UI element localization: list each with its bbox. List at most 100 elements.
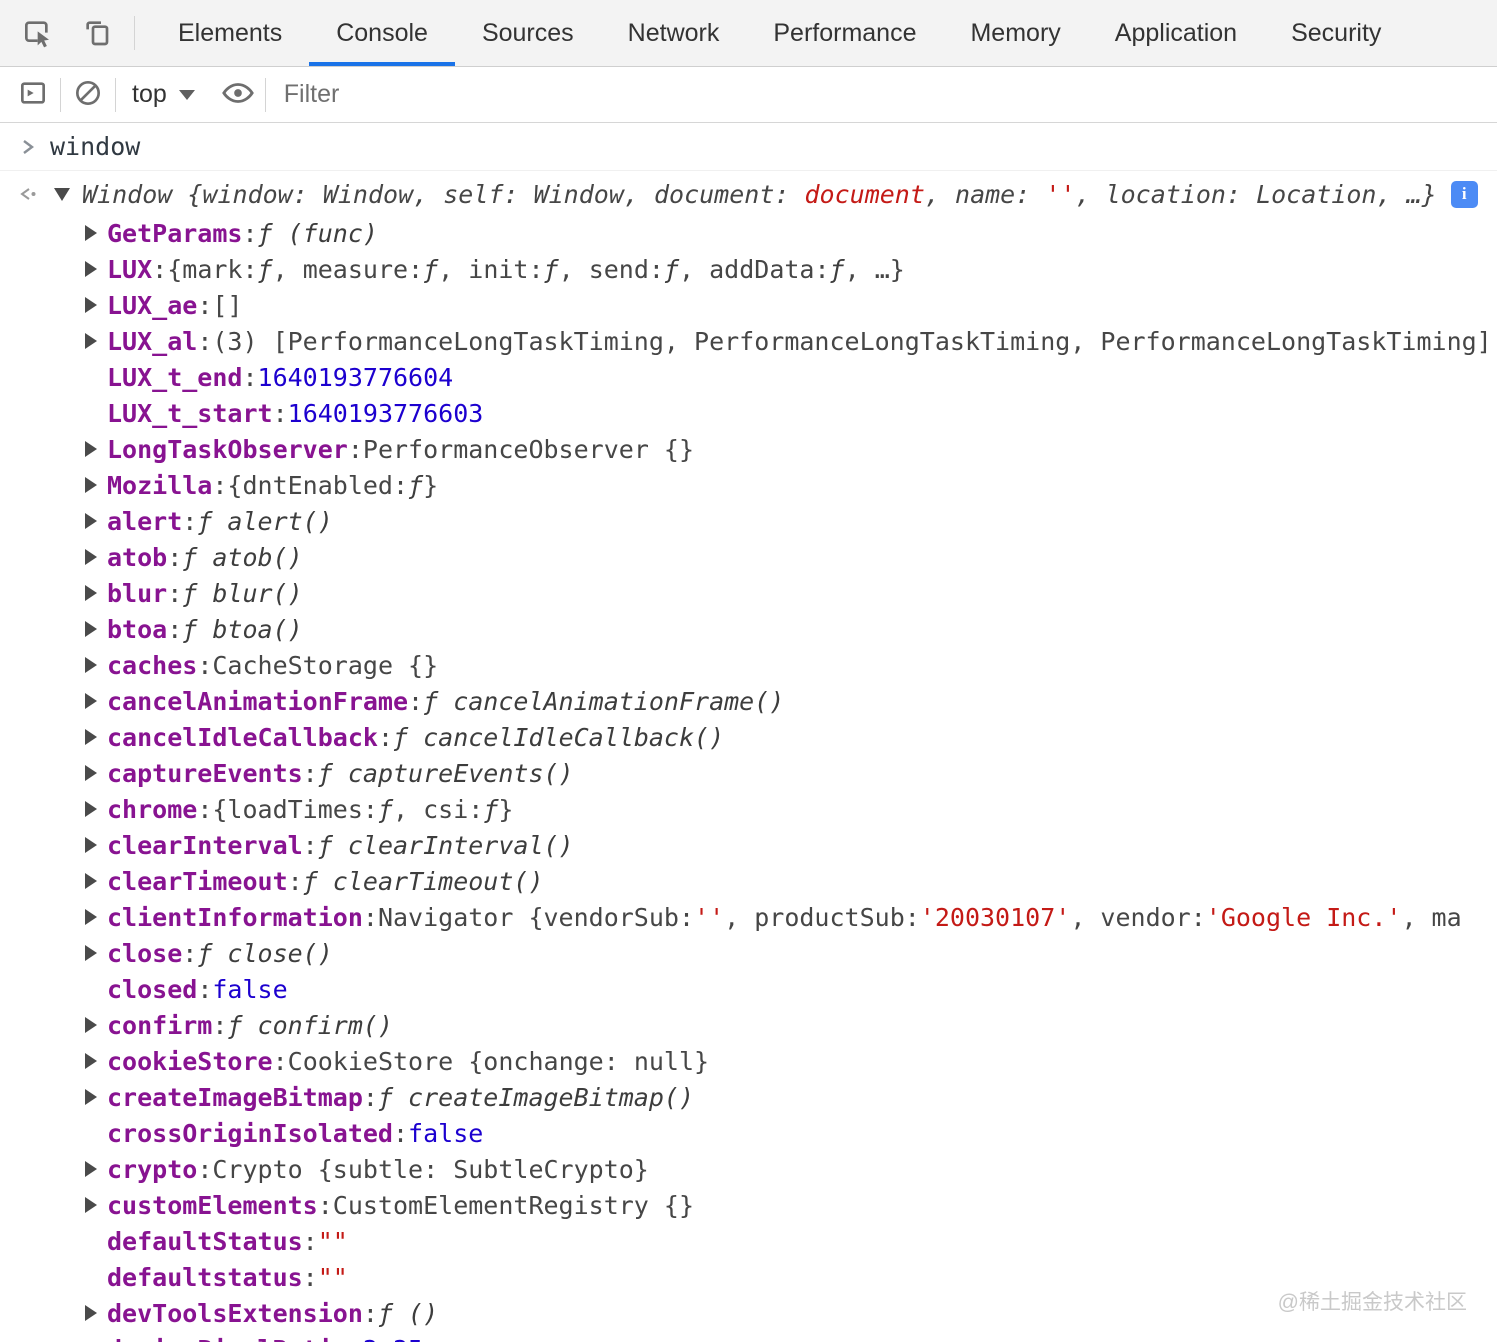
tab-network[interactable]: Network: [601, 0, 747, 66]
value-segment: Location: [1256, 179, 1377, 209]
property-row-atob[interactable]: atob: ƒ atob(): [0, 539, 1497, 575]
expand-arrow-icon[interactable]: [85, 657, 107, 673]
expand-arrow-icon[interactable]: [85, 1197, 107, 1213]
value-segment: }: [498, 794, 514, 824]
property-row-btoa[interactable]: btoa: ƒ btoa(): [0, 611, 1497, 647]
expand-arrow-icon[interactable]: [85, 837, 107, 853]
property-row-devToolsExtension[interactable]: devToolsExtension: ƒ (): [0, 1295, 1497, 1331]
property-row-createImageBitmap[interactable]: createImageBitmap: ƒ createImageBitmap(): [0, 1079, 1497, 1115]
property-row-GetParams[interactable]: GetParams: ƒ (func): [0, 215, 1497, 251]
property-row-cancelIdleCallback[interactable]: cancelIdleCallback: ƒ cancelIdleCallback…: [0, 719, 1497, 755]
info-icon[interactable]: [1450, 180, 1478, 208]
tab-performance[interactable]: Performance: [746, 0, 943, 66]
expand-arrow-icon[interactable]: [85, 549, 107, 565]
property-row-confirm[interactable]: confirm: ƒ confirm(): [0, 1007, 1497, 1043]
expand-arrow-icon[interactable]: [85, 225, 107, 241]
property-name: LUX_al: [107, 326, 198, 356]
live-expression-button[interactable]: [211, 68, 265, 122]
tab-security[interactable]: Security: [1264, 0, 1408, 66]
expand-arrow-icon[interactable]: [85, 1089, 107, 1105]
expand-arrow-icon[interactable]: [85, 1017, 107, 1033]
property-row-LUX_al[interactable]: LUX_al: (3) [PerformanceLongTaskTiming, …: [0, 323, 1497, 359]
console-command-entry[interactable]: window: [0, 123, 1497, 171]
property-row-alert[interactable]: alert: ƒ alert(): [0, 503, 1497, 539]
value-segment: , ma: [1401, 902, 1462, 932]
value-segment: false: [408, 1118, 484, 1148]
expand-arrow-icon[interactable]: [85, 513, 107, 529]
colon: :: [362, 1298, 378, 1328]
expand-arrow-icon[interactable]: [85, 765, 107, 781]
expand-arrow-icon[interactable]: [85, 1053, 107, 1069]
property-row-Mozilla[interactable]: Mozilla: {dntEnabled: ƒ}: [0, 467, 1497, 503]
value-segment: ƒ btoa(): [182, 614, 303, 644]
clear-console-button[interactable]: [61, 68, 115, 122]
value-segment: CacheStorage {}: [212, 650, 439, 680]
property-row-blur[interactable]: blur: ƒ blur(): [0, 575, 1497, 611]
property-row-clearTimeout[interactable]: clearTimeout: ƒ clearTimeout(): [0, 863, 1497, 899]
tab-sources[interactable]: Sources: [455, 0, 601, 66]
property-row-cookieStore[interactable]: cookieStore: CookieStore {onchange: null…: [0, 1043, 1497, 1079]
property-row-close[interactable]: close: ƒ close(): [0, 935, 1497, 971]
property-row-clientInformation[interactable]: clientInformation: Navigator {vendorSub:…: [0, 899, 1497, 935]
execution-context-selector[interactable]: top: [116, 80, 211, 109]
value-segment: Crypto {subtle: SubtleCrypto}: [212, 1154, 649, 1184]
expand-arrow-icon[interactable]: [85, 801, 107, 817]
filter-input[interactable]: [283, 80, 704, 109]
value-segment: ƒ atob(): [182, 542, 303, 572]
expand-arrow-icon[interactable]: [85, 1161, 107, 1177]
value-segment: ƒ: [543, 254, 559, 284]
expand-arrow-icon[interactable]: [85, 621, 107, 637]
expand-arrow-icon[interactable]: [85, 729, 107, 745]
expand-arrow-icon[interactable]: [85, 909, 107, 925]
console-sidebar-toggle-button[interactable]: [6, 68, 60, 122]
expand-arrow-icon[interactable]: [85, 297, 107, 313]
property-row-LUX_t_start: LUX_t_start: 1640193776603: [0, 395, 1497, 431]
expand-arrow-icon[interactable]: [85, 477, 107, 493]
inspect-element-button[interactable]: [10, 6, 64, 60]
colon: :: [197, 290, 213, 320]
expand-arrow-icon[interactable]: [85, 261, 107, 277]
collapse-arrow-icon[interactable]: [54, 187, 70, 201]
tab-application[interactable]: Application: [1088, 0, 1264, 66]
property-name: blur: [107, 578, 168, 608]
property-row-cancelAnimationFrame[interactable]: cancelAnimationFrame: ƒ cancelAnimationF…: [0, 683, 1497, 719]
expand-arrow-icon[interactable]: [85, 585, 107, 601]
expand-arrow-icon[interactable]: [85, 693, 107, 709]
property-row-crypto[interactable]: crypto: Crypto {subtle: SubtleCrypto}: [0, 1151, 1497, 1187]
property-name: customElements: [107, 1190, 318, 1220]
device-toolbar-icon: [81, 16, 113, 51]
chevron-down-icon: [178, 89, 195, 100]
triangle-right-icon: [85, 837, 97, 853]
expand-arrow-icon[interactable]: [85, 1305, 107, 1321]
value-segment: {loadTimes:: [212, 794, 378, 824]
property-row-LongTaskObserver[interactable]: LongTaskObserver: PerformanceObserver {}: [0, 431, 1497, 467]
property-row-chrome[interactable]: chrome: {loadTimes: ƒ, csi: ƒ}: [0, 791, 1497, 827]
tab-elements[interactable]: Elements: [151, 0, 309, 66]
property-row-captureEvents[interactable]: captureEvents: ƒ captureEvents(): [0, 755, 1497, 791]
property-row-clearInterval[interactable]: clearInterval: ƒ clearInterval(): [0, 827, 1497, 863]
triangle-right-icon: [85, 1017, 97, 1033]
property-row-customElements[interactable]: customElements: CustomElementRegistry {}: [0, 1187, 1497, 1223]
window-object-row[interactable]: Window {window: Window, self: Window, do…: [0, 173, 1497, 215]
property-row-caches[interactable]: caches: CacheStorage {}: [0, 647, 1497, 683]
property-row-LUX_ae[interactable]: LUX_ae: []: [0, 287, 1497, 323]
toolbar-separator: [264, 77, 266, 112]
triangle-right-icon: [85, 333, 97, 349]
devtools-tabbar: Elements Console Sources Network Performance…: [0, 0, 1497, 67]
toggle-device-toolbar-button[interactable]: [70, 6, 124, 60]
triangle-right-icon: [85, 477, 97, 493]
expand-arrow-icon[interactable]: [85, 945, 107, 961]
expand-arrow-icon[interactable]: [85, 333, 107, 349]
window-preview: Window {window: Window, self: Window, do…: [82, 180, 1437, 209]
console-sidebar-icon: [17, 77, 49, 112]
property-row-LUX[interactable]: LUX: {mark: ƒ, measure: ƒ, init: ƒ, send…: [0, 251, 1497, 287]
tab-memory[interactable]: Memory: [943, 0, 1087, 66]
colon: :: [347, 434, 363, 464]
value-segment: Window: [533, 179, 624, 209]
expand-arrow-icon[interactable]: [85, 873, 107, 889]
colon: :: [197, 650, 213, 680]
colon: :: [317, 1190, 333, 1220]
tab-console[interactable]: Console: [309, 0, 455, 66]
expand-arrow-icon[interactable]: [85, 441, 107, 457]
property-name: closed: [107, 974, 198, 1004]
